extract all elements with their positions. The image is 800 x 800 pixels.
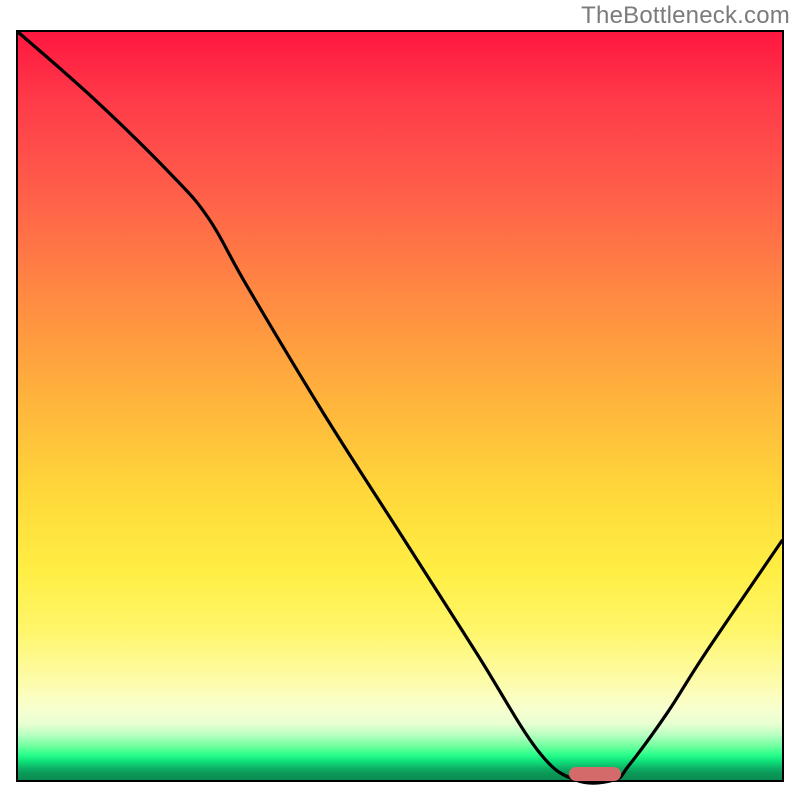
plot-area — [16, 30, 784, 782]
optimal-marker — [569, 767, 621, 781]
attribution-text: TheBottleneck.com — [581, 2, 790, 30]
curve-svg — [18, 32, 782, 780]
chart-container: TheBottleneck.com — [0, 0, 800, 800]
bottleneck-curve-path — [18, 32, 782, 783]
